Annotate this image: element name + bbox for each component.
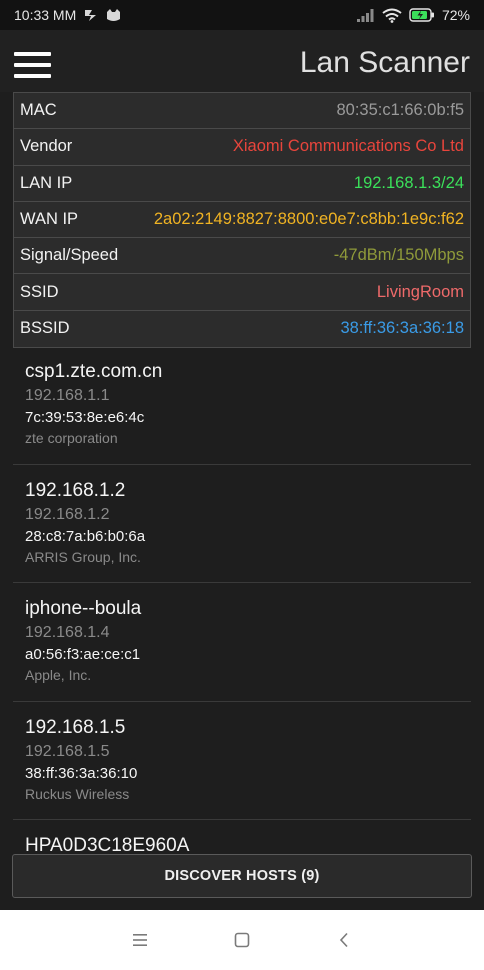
back-icon[interactable] [334,930,354,950]
network-info-table: MAC 80:35:c1:66:0b:f5 Vendor Xiaomi Comm… [13,92,471,349]
host-item[interactable]: 192.168.1.5 192.168.1.5 38:ff:36:3a:36:1… [13,702,471,820]
host-name: csp1.zte.com.cn [25,361,163,382]
battery-percent: 72% [441,7,470,23]
host-vendor: Apple, Inc. [25,667,92,683]
host-ip: 192.168.1.5 [25,742,110,760]
info-value: 2a02:2149:8827:8800:e0e7:c8bb:1e9c:f62 [153,210,464,229]
host-name: iphone--boula [25,598,142,619]
host-name: HPA0D3C18E960A [25,835,190,854]
info-label: SSID [20,282,59,301]
info-value: -47dBm/150Mbps [333,246,464,265]
host-item[interactable]: csp1.zte.com.cn 192.168.1.1 7c:39:53:8e:… [13,346,471,465]
app-bar: Lan Scanner [0,30,484,92]
host-ip: 192.168.1.4 [25,624,110,641]
info-row-vendor: Vendor Xiaomi Communications Co Ltd [14,129,470,166]
info-row-signal-speed: Signal/Speed -47dBm/150Mbps [14,238,470,275]
info-value: 192.168.1.3/24 [353,173,464,192]
signal-icon [356,8,375,22]
hamburger-icon [14,52,51,56]
info-label: MAC [20,101,57,120]
status-left: 10:33 MM [14,7,121,23]
home-icon[interactable] [232,930,252,950]
app-title: Lan Scanner [299,46,470,79]
host-vendor: zte corporation [25,430,118,446]
recents-icon[interactable] [130,930,150,950]
system-nav-bar [0,910,484,970]
host-item[interactable]: iphone--boula 192.168.1.4 a0:56:f3:ae:ce… [13,583,471,702]
host-name: 192.168.1.2 [25,479,126,501]
info-row-wan-ip: WAN IP 2a02:2149:8827:8800:e0e7:c8bb:1e9… [14,201,470,239]
info-label: WAN IP [20,210,79,229]
info-label: LAN IP [20,173,73,192]
status-bar: 10:33 MM 72% [0,0,484,30]
info-label: Vendor [20,137,73,156]
info-value: Xiaomi Communications Co Ltd [232,137,464,156]
info-row-mac: MAC 80:35:c1:66:0b:f5 [14,93,470,130]
host-mac: 28:c8:7a:b6:b0:6a [25,527,146,545]
host-ip: 192.168.1.2 [25,505,110,523]
menu-button[interactable] [14,52,52,82]
info-value: LivingRoom [376,282,464,301]
info-row-lan-ip: LAN IP 192.168.1.3/24 [14,165,470,202]
host-mac: a0:56:f3:ae:ce:c1 [25,646,141,663]
info-label: BSSID [20,319,70,338]
info-row-ssid: SSID LivingRoom [14,274,470,311]
host-item[interactable]: HPA0D3C18E960A [13,820,471,854]
notification-icon [84,8,98,22]
host-item[interactable]: 192.168.1.2 192.168.1.2 28:c8:7a:b6:b0:6… [13,465,471,583]
status-right: 72% [356,7,470,23]
host-mac: 38:ff:36:3a:36:10 [25,764,138,782]
info-value: 80:35:c1:66:0b:f5 [336,101,464,120]
host-ip: 192.168.1.1 [25,387,110,404]
cat-icon [106,8,121,22]
battery-icon [409,8,435,22]
info-value: 38:ff:36:3a:36:18 [340,319,464,338]
info-label: Signal/Speed [20,246,119,265]
hosts-list[interactable]: csp1.zte.com.cn 192.168.1.1 7c:39:53:8e:… [13,346,471,854]
info-row-bssid: BSSID 38:ff:36:3a:36:18 [14,310,470,348]
discover-hosts-button[interactable]: DISCOVER HOSTS (9) [12,854,472,898]
host-vendor: ARRIS Group, Inc. [25,548,141,565]
wifi-icon [382,8,402,23]
status-time: 10:33 MM [14,7,77,23]
host-vendor: Ruckus Wireless [25,785,130,802]
host-mac: 7c:39:53:8e:e6:4c [25,409,145,426]
host-name: 192.168.1.5 [25,716,126,738]
